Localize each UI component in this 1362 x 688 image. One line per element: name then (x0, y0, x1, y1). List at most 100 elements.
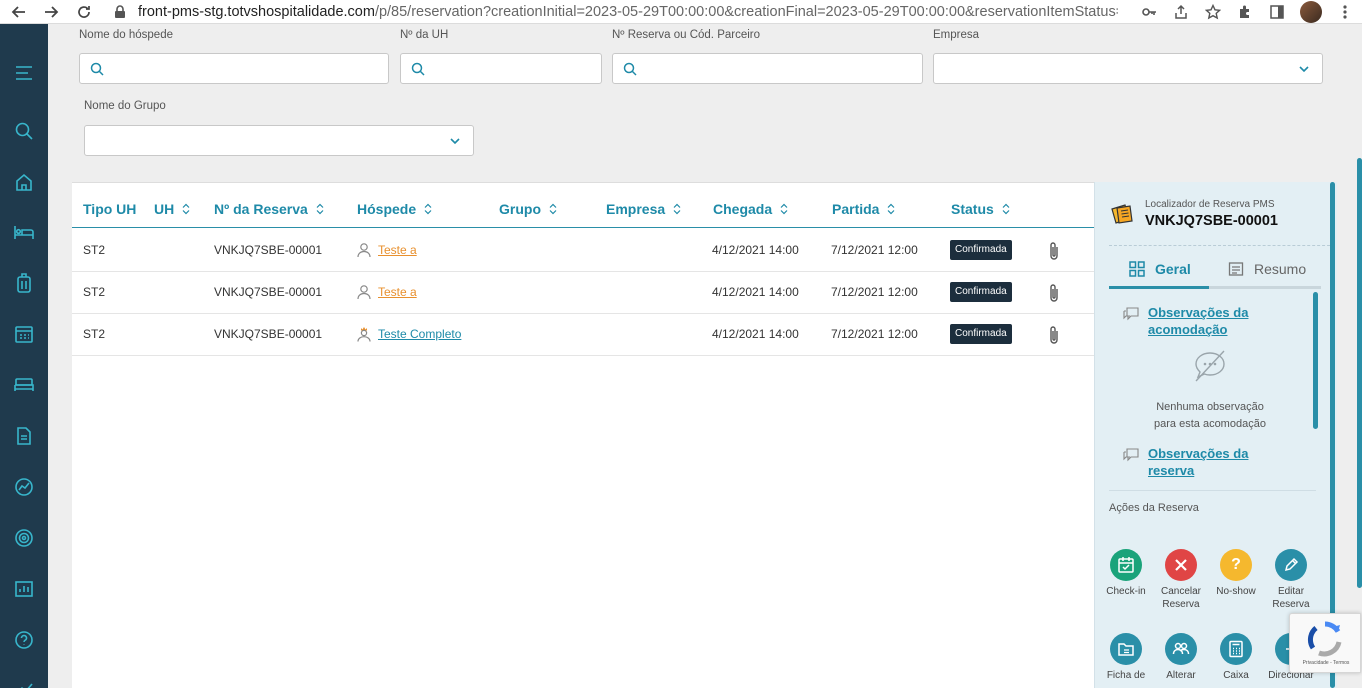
search-icon[interactable] (12, 119, 36, 143)
forward-arrow-icon[interactable] (40, 1, 62, 23)
guest-link[interactable]: Teste a (378, 285, 417, 299)
help-icon[interactable] (12, 628, 36, 652)
header-company[interactable]: Empresa (606, 201, 681, 217)
url-text: front-pms-stg.totvshospitalidade.com/p/8… (138, 4, 1118, 20)
cell-departure: 7/12/2021 12:00 (831, 285, 918, 299)
header-room-type[interactable]: Tipo UH (83, 201, 136, 217)
sidepanel-icon[interactable] (1268, 3, 1286, 21)
calendar-icon[interactable] (12, 322, 36, 346)
cell-departure: 7/12/2021 12:00 (831, 327, 918, 341)
calculator-icon (1229, 640, 1243, 658)
actions-label: Ações da Reserva (1109, 502, 1199, 514)
grid-icon (1129, 261, 1145, 277)
guest-link[interactable]: Teste a (378, 243, 417, 257)
tickets-icon (1111, 204, 1133, 224)
table-row[interactable]: ST2 VNKJQ7SBE-00001 Teste a 4/12/2021 14… (72, 230, 1094, 272)
header-reservation[interactable]: Nº da Reserva (214, 201, 324, 217)
document-icon[interactable] (12, 424, 36, 448)
header-room[interactable]: UH (154, 201, 190, 217)
attachment-icon[interactable] (1048, 283, 1060, 303)
action-label: Ficha de (1106, 670, 1146, 681)
bed-icon[interactable] (12, 220, 36, 244)
chart-trend-icon[interactable] (12, 475, 36, 499)
cell-arrival: 4/12/2021 14:00 (712, 285, 799, 299)
panel-scrollbar[interactable] (1313, 292, 1318, 429)
room-observations-link[interactable]: Observações da acomodação (1148, 304, 1278, 338)
tab-summary[interactable]: Resumo (1228, 261, 1306, 277)
company-label: Empresa (933, 29, 980, 41)
action-label: No-show (1216, 586, 1256, 597)
header-label: Grupo (499, 201, 541, 217)
report-chart-icon[interactable] (12, 577, 36, 601)
reload-icon[interactable] (73, 1, 95, 23)
room-bed-icon[interactable] (12, 373, 36, 397)
change-button[interactable]: Alterar (1156, 633, 1206, 682)
cell-room-type: ST2 (83, 243, 106, 257)
header-departure[interactable]: Partida (832, 201, 895, 217)
calendar-check-icon (1118, 557, 1134, 573)
chevron-down-icon (1299, 66, 1309, 73)
person-icon (357, 285, 371, 300)
reservation-observations-link[interactable]: Observações da reserva (1148, 445, 1278, 479)
menu-icon[interactable] (12, 61, 36, 85)
sort-icon (888, 203, 895, 215)
table-row[interactable]: ST2 VNKJQ7SBE-00001 Teste a 4/12/2021 14… (72, 272, 1094, 314)
key-icon[interactable] (1140, 3, 1158, 21)
browser-toolbar: front-pms-stg.totvshospitalidade.com/p/8… (0, 0, 1362, 24)
tab-general[interactable]: Geral (1129, 261, 1191, 277)
header-label: Tipo UH (83, 201, 137, 217)
reservations-table: Tipo UH UH Nº da Reserva Hóspede Grupo E… (72, 182, 1094, 688)
cell-reservation: VNKJQ7SBE-00001 (214, 327, 323, 341)
cashier-button[interactable]: Caixa (1211, 633, 1261, 682)
header-group[interactable]: Grupo (499, 201, 557, 217)
table-row[interactable]: ST2 VNKJQ7SBE-00001 Teste Completo 4/12/… (72, 314, 1094, 356)
header-guest[interactable]: Hóspede (357, 201, 432, 217)
divider (1109, 490, 1316, 491)
sort-icon (424, 203, 432, 215)
registration-card-button[interactable]: Ficha de (1101, 633, 1151, 682)
profile-avatar[interactable] (1300, 1, 1322, 23)
sort-icon (549, 203, 557, 215)
cell-room-type: ST2 (83, 327, 106, 341)
home-icon[interactable] (12, 170, 36, 194)
group-name-select[interactable] (84, 125, 474, 156)
action-label-line2: Reserva (1272, 599, 1310, 610)
header-arrival[interactable]: Chegada (713, 201, 788, 217)
cell-departure: 7/12/2021 12:00 (831, 243, 918, 257)
luggage-icon[interactable] (12, 271, 36, 295)
recaptcha-badge[interactable]: Privacidade - Termos (1289, 613, 1361, 673)
person-icon (357, 243, 371, 258)
no-show-button[interactable]: ? No-show (1211, 549, 1261, 598)
cell-arrival: 4/12/2021 14:00 (712, 327, 799, 341)
cancel-reservation-button[interactable]: Cancelar Reserva (1156, 549, 1206, 611)
empty-line1: Nenhuma observação (1156, 401, 1264, 413)
action-label: Cancelar (1160, 586, 1202, 597)
company-select[interactable] (933, 53, 1323, 84)
guest-name-input[interactable] (79, 53, 389, 84)
sort-icon (182, 203, 190, 215)
pencil-icon (1284, 557, 1299, 572)
header-label: Partida (832, 201, 880, 217)
trend-icon[interactable] (12, 676, 36, 688)
action-label: Alterar (1166, 670, 1196, 681)
extensions-icon[interactable] (1236, 3, 1254, 21)
guest-link[interactable]: Teste Completo (378, 327, 461, 341)
menu-dots-icon[interactable] (1336, 3, 1354, 21)
address-bar[interactable]: front-pms-stg.totvshospitalidade.com/p/8… (112, 0, 1118, 24)
target-icon[interactable] (12, 526, 36, 550)
search-icon (411, 62, 425, 76)
room-number-input[interactable] (400, 53, 602, 84)
back-arrow-icon[interactable] (8, 1, 30, 23)
edit-reservation-button[interactable]: Editar Reserva (1266, 549, 1316, 611)
attachment-icon[interactable] (1048, 325, 1060, 345)
star-icon[interactable] (1204, 3, 1222, 21)
checkin-button[interactable]: Check-in (1101, 549, 1151, 598)
status-badge: Confirmada (950, 282, 1012, 302)
share-icon[interactable] (1172, 3, 1190, 21)
reservation-number-input[interactable] (612, 53, 923, 84)
vip-person-icon (357, 327, 371, 342)
status-badge: Confirmada (950, 324, 1012, 344)
attachment-icon[interactable] (1048, 241, 1060, 261)
header-status[interactable]: Status (951, 201, 1010, 217)
page-scrollbar[interactable] (1357, 158, 1362, 588)
